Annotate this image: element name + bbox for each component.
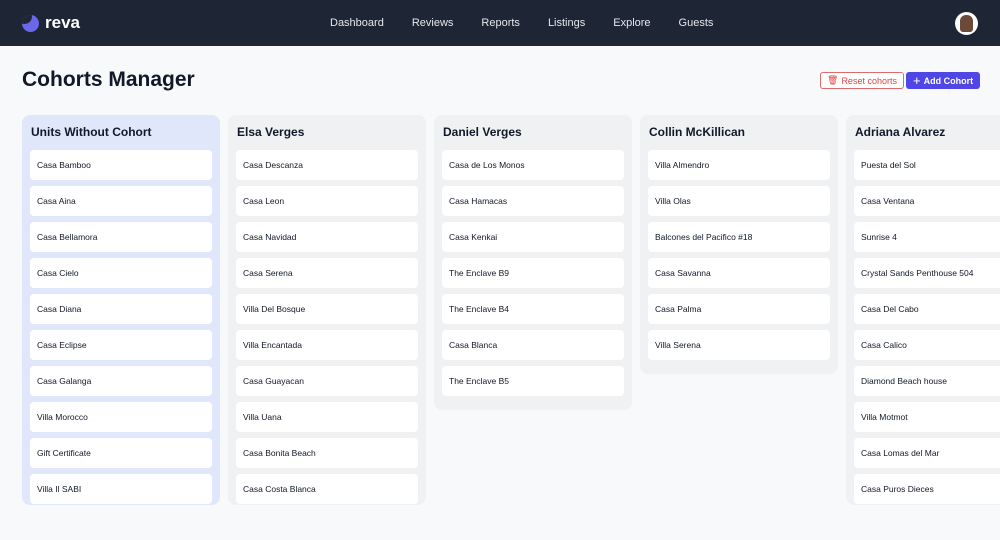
logo-icon: [22, 14, 39, 32]
unit-card[interactable]: The Enclave B5: [442, 366, 624, 396]
user-avatar[interactable]: [955, 12, 978, 35]
unit-card[interactable]: Casa de Los Monos: [442, 150, 624, 180]
unit-card[interactable]: Casa Leon: [236, 186, 418, 216]
unit-list: Casa de Los Monos Casa Hamacas Casa Kenkai…: [442, 150, 624, 396]
unit-card[interactable]: Puesta del Sol: [854, 150, 1000, 180]
cohort-column: Daniel Verges Casa de Los Monos Casa Hamac…: [434, 115, 632, 410]
unit-card[interactable]: Casa Savanna: [648, 258, 830, 288]
unit-card[interactable]: Casa Palma: [648, 294, 830, 324]
add-label: Add Cohort: [923, 75, 974, 86]
unit-list: Casa Descanza Casa Leon Casa Navidad Casa S…: [236, 150, 418, 540]
unit-card[interactable]: Casa Galanga: [30, 366, 212, 396]
cohort-title: Elsa Verges: [237, 125, 305, 139]
unit-card[interactable]: Villa Il SABI: [30, 474, 212, 504]
unit-card[interactable]: Balcones del Pacifico #18: [648, 222, 830, 252]
unit-card[interactable]: Casa Guayacan: [236, 366, 418, 396]
unit-card[interactable]: Villa Uana: [236, 402, 418, 432]
cohort-title: Units Without Cohort: [31, 125, 152, 139]
cohort-title: Collin McKillican: [649, 125, 746, 139]
unit-card[interactable]: The Enclave B9: [442, 258, 624, 288]
unit-list: Villa Almendro Villa Olas Balcones del Pac…: [648, 150, 830, 360]
page-title: Cohorts Manager: [22, 68, 195, 91]
unit-card[interactable]: Villa Olas: [648, 186, 830, 216]
unit-card[interactable]: Casa Blanca: [442, 330, 624, 360]
reset-label: Reset cohorts: [841, 75, 897, 86]
brand-name: reva: [45, 13, 80, 32]
nav-dashboard[interactable]: Dashboard: [330, 17, 384, 29]
cohort-board: Units Without Cohort Casa Bamboo Casa Aina…: [22, 115, 1000, 505]
unit-card[interactable]: Casa Bonita Beach: [236, 438, 418, 468]
unit-card[interactable]: Casa Lomas del Mar: [854, 438, 1000, 468]
unit-card[interactable]: Casa Navidad: [236, 222, 418, 252]
unit-card[interactable]: Casa Del Cabo: [854, 294, 1000, 324]
logo[interactable]: reva: [22, 13, 80, 33]
unit-card[interactable]: Casa Ventana: [854, 186, 1000, 216]
unit-card[interactable]: Casa Calico: [854, 330, 1000, 360]
unit-list: Puesta del Sol Casa Ventana Sunrise 4 Cryst…: [854, 150, 1000, 540]
unit-list: Casa Bamboo Casa Aina Casa Bellamora Casa C…: [30, 150, 212, 540]
cohort-column: Adriana Alvarez Puesta del Sol Casa Ventan…: [846, 115, 1000, 505]
unit-card[interactable]: Villa Morocco: [30, 402, 212, 432]
top-nav: reva Dashboard Reviews Reports Listings …: [0, 0, 1000, 46]
cohort-title: Daniel Verges: [443, 125, 522, 139]
nav-listings[interactable]: Listings: [548, 17, 585, 29]
cohort-column: Collin McKillican Villa Almendro Villa Ola…: [640, 115, 838, 374]
unit-card[interactable]: Casa Eclipse: [30, 330, 212, 360]
add-cohort-button[interactable]: + Add Cohort: [906, 72, 981, 89]
unit-card[interactable]: Casa Costa Blanca: [236, 474, 418, 504]
unit-card[interactable]: Villa Motmot: [854, 402, 1000, 432]
unit-card[interactable]: Diamond Beach house: [854, 366, 1000, 396]
nav-explore[interactable]: Explore: [613, 17, 650, 29]
unit-card[interactable]: Casa Kenkai: [442, 222, 624, 252]
cohort-column: Elsa Verges Casa Descanza Casa Leon Casa Na…: [228, 115, 426, 505]
unit-card[interactable]: Casa Descanza: [236, 150, 418, 180]
unit-card[interactable]: Villa Encantada: [236, 330, 418, 360]
cohort-title: Adriana Alvarez: [855, 125, 946, 139]
unit-card[interactable]: Casa Aina: [30, 186, 212, 216]
unit-card[interactable]: Casa Bamboo: [30, 150, 212, 180]
unit-card[interactable]: Crystal Sands Penthouse 504: [854, 258, 1000, 288]
avatar-image: [960, 15, 973, 32]
unit-card[interactable]: Villa Almendro: [648, 150, 830, 180]
reset-cohorts-button[interactable]: 🗑 Reset cohorts: [820, 72, 904, 89]
unit-card[interactable]: Sunrise 4: [854, 222, 1000, 252]
unit-card[interactable]: Casa Bellamora: [30, 222, 212, 252]
unit-card[interactable]: The Enclave B4: [442, 294, 624, 324]
unit-card[interactable]: Casa Diana: [30, 294, 212, 324]
unit-card[interactable]: Casa Hamacas: [442, 186, 624, 216]
nav-guests[interactable]: Guests: [679, 17, 714, 29]
unit-card[interactable]: Gift Certificate: [30, 438, 212, 468]
plus-icon: +: [913, 73, 921, 88]
unit-card[interactable]: Villa Del Bosque: [236, 294, 418, 324]
trash-icon: 🗑: [827, 75, 839, 85]
unit-card[interactable]: Casa Puros Dieces: [854, 474, 1000, 504]
nav-reviews[interactable]: Reviews: [412, 17, 454, 29]
unit-card[interactable]: Casa Cielo: [30, 258, 212, 288]
unit-card[interactable]: Villa Serena: [648, 330, 830, 360]
nav-reports[interactable]: Reports: [481, 17, 520, 29]
cohort-column: Units Without Cohort Casa Bamboo Casa Aina…: [22, 115, 220, 505]
unit-card[interactable]: Casa Serena: [236, 258, 418, 288]
main-menu: Dashboard Reviews Reports Listings Explo…: [330, 17, 741, 29]
